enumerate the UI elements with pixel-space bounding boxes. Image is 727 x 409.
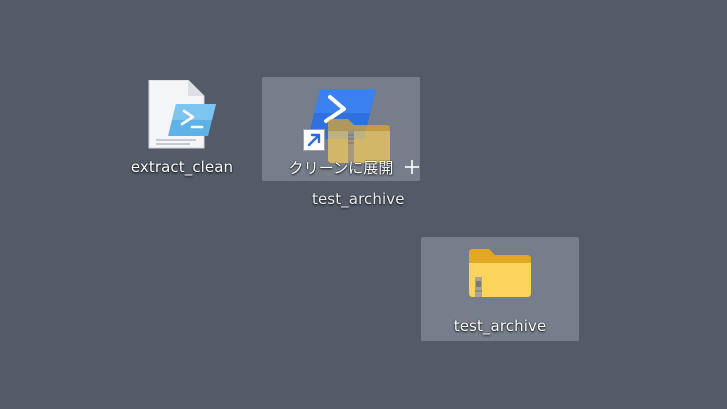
- zip-folder-icon: [469, 249, 531, 297]
- desktop-icon-label: クリーンに展開: [288, 159, 394, 177]
- desktop-icon-label: test_archive: [453, 317, 547, 335]
- desktop[interactable]: extract_clean クリーンに展開 test_archive test_…: [0, 0, 727, 409]
- desktop-icon-extract-clean[interactable]: extract_clean: [120, 76, 244, 182]
- desktop-icon-label: extract_clean: [130, 158, 234, 176]
- shortcut-arrow-icon: [303, 129, 325, 151]
- desktop-icon-kurin-ni-tenkai[interactable]: クリーンに展開: [262, 77, 420, 181]
- plus-cursor-icon: [405, 160, 419, 174]
- desktop-icon-test-archive[interactable]: test_archive: [421, 237, 579, 341]
- powershell-script-file-icon: [148, 80, 216, 149]
- drag-ghost-label: test_archive: [312, 190, 405, 208]
